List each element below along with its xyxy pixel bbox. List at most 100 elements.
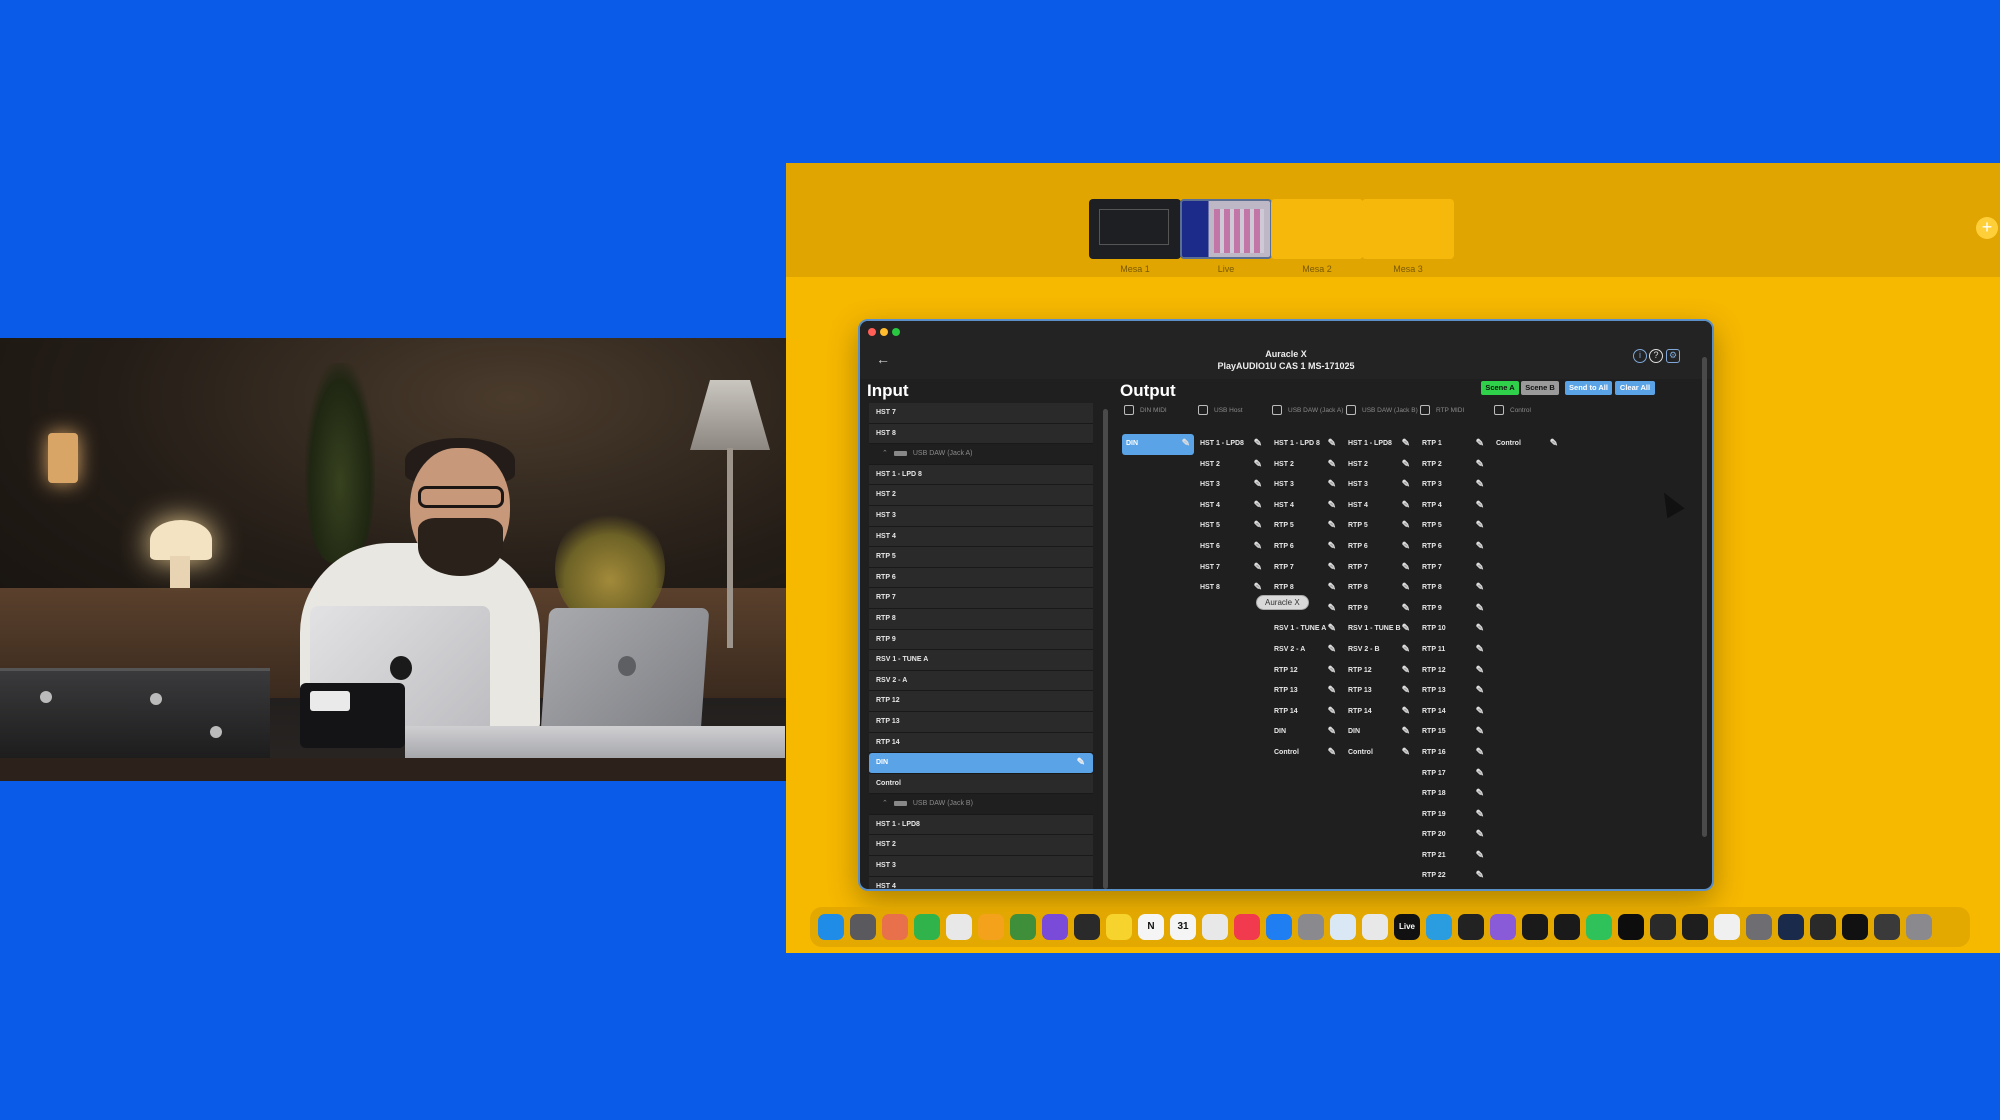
screenshot-icon[interactable]	[1682, 914, 1708, 940]
chevron-up-icon[interactable]: ⌃	[882, 450, 888, 457]
output-row[interactable]: DIN ✎	[1122, 434, 1194, 455]
input-row[interactable]: RTP 6	[869, 567, 1093, 589]
edit-pencil-icon[interactable]: ✎	[1476, 578, 1484, 598]
output-row[interactable]: HST 1 - LPD8 ✎	[1344, 434, 1414, 455]
input-row[interactable]: RSV 2 - A	[869, 670, 1093, 692]
input-row[interactable]: HST 1 - LPD 8	[869, 464, 1093, 486]
edit-pencil-icon[interactable]: ✎	[1476, 475, 1484, 495]
output-row[interactable]: HST 3 ✎	[1270, 475, 1340, 496]
output-row[interactable]: Control ✎	[1270, 743, 1340, 764]
edit-pencil-icon[interactable]: ✎	[1402, 516, 1410, 536]
send-to-all-button[interactable]: Send to All	[1565, 381, 1612, 395]
output-row[interactable]: RTP 8 ✎	[1344, 578, 1414, 599]
scene-a-button[interactable]: Scene A	[1481, 381, 1519, 395]
trash-icon[interactable]	[1906, 914, 1932, 940]
chevron-up-icon[interactable]: ⌃	[882, 800, 888, 807]
output-row[interactable]: RTP 15 ✎	[1418, 722, 1488, 743]
edit-pencil-icon[interactable]: ✎	[1402, 599, 1410, 619]
notion-icon[interactable]: N	[1138, 914, 1164, 940]
edit-pencil-icon[interactable]: ✎	[1402, 743, 1410, 763]
edit-pencil-icon[interactable]: ✎	[1254, 455, 1262, 475]
output-row[interactable]: RSV 1 - TUNE A ✎	[1270, 619, 1340, 640]
edit-pencil-icon[interactable]: ✎	[1328, 661, 1336, 681]
settings-icon[interactable]: ⚙	[1666, 349, 1680, 363]
music-icon[interactable]	[1234, 914, 1260, 940]
edit-pencil-icon[interactable]: ✎	[1476, 558, 1484, 578]
output-row[interactable]: RSV 1 - TUNE B ✎	[1344, 619, 1414, 640]
x-app-icon[interactable]	[1618, 914, 1644, 940]
output-row[interactable]: HST 3 ✎	[1344, 475, 1414, 496]
edit-pencil-icon[interactable]: ✎	[1476, 619, 1484, 639]
edit-pencil-icon[interactable]: ✎	[1328, 619, 1336, 639]
headphones-alt-icon[interactable]	[1554, 914, 1580, 940]
facetime-icon[interactable]	[914, 914, 940, 940]
output-row[interactable]: RTP 14 ✎	[1344, 702, 1414, 723]
console-icon[interactable]	[1650, 914, 1676, 940]
input-row[interactable]: RTP 14	[869, 732, 1093, 754]
whatsapp-icon[interactable]	[1586, 914, 1612, 940]
output-row[interactable]: RTP 17 ✎	[1418, 764, 1488, 785]
photos-icon[interactable]	[882, 914, 908, 940]
edit-pencil-icon[interactable]: ✎	[1476, 846, 1484, 866]
edit-pencil-icon[interactable]: ✎	[1328, 455, 1336, 475]
help-icon[interactable]: ?	[1649, 349, 1663, 363]
app-icon[interactable]	[978, 914, 1004, 940]
edit-pencil-icon[interactable]: ✎	[1476, 681, 1484, 701]
edit-pencil-icon[interactable]: ✎	[1402, 496, 1410, 516]
input-row[interactable]: RTP 13	[869, 711, 1093, 733]
edit-pencil-icon[interactable]: ✎	[1328, 496, 1336, 516]
input-row[interactable]: HST 2	[869, 485, 1093, 506]
input-row[interactable]: HST 4	[869, 876, 1093, 889]
output-row[interactable]: RTP 21 ✎	[1418, 846, 1488, 867]
input-row[interactable]: RTP 5	[869, 547, 1093, 568]
input-row[interactable]: HST 1 - LPD8	[869, 814, 1093, 836]
system-settings-icon[interactable]	[1298, 914, 1324, 940]
output-row[interactable]: RTP 9 ✎	[1418, 599, 1488, 620]
output-row[interactable]: RTP 13 ✎	[1270, 681, 1340, 702]
output-row[interactable]: RTP 13 ✎	[1344, 681, 1414, 702]
edit-pencil-icon[interactable]: ✎	[1476, 516, 1484, 536]
output-row[interactable]: HST 7 ✎	[1196, 558, 1266, 579]
edit-pencil-icon[interactable]: ✎	[1402, 475, 1410, 495]
window-thumb-3-icon[interactable]	[1874, 914, 1900, 940]
space-thumbnail[interactable]	[1089, 199, 1181, 259]
edit-pencil-icon[interactable]: ✎	[1254, 496, 1262, 516]
output-row[interactable]: HST 8 ✎	[1196, 578, 1266, 599]
edit-pencil-icon[interactable]: ✎	[1402, 537, 1410, 557]
output-row[interactable]: HST 4 ✎	[1196, 496, 1266, 517]
edit-pencil-icon[interactable]: ✎	[1077, 753, 1085, 773]
chrome-icon[interactable]	[946, 914, 972, 940]
output-row[interactable]: RTP 20 ✎	[1418, 825, 1488, 846]
edit-pencil-icon[interactable]: ✎	[1182, 434, 1190, 454]
edit-pencil-icon[interactable]: ✎	[1254, 537, 1262, 557]
output-row[interactable]: RTP 7 ✎	[1270, 558, 1340, 579]
edit-pencil-icon[interactable]: ✎	[1550, 434, 1558, 454]
output-row[interactable]: Control ✎	[1492, 434, 1562, 455]
headphones-icon[interactable]	[1522, 914, 1548, 940]
edit-pencil-icon[interactable]: ✎	[1476, 537, 1484, 557]
edit-pencil-icon[interactable]: ✎	[1328, 681, 1336, 701]
output-row[interactable]: HST 3 ✎	[1196, 475, 1266, 496]
edit-pencil-icon[interactable]: ✎	[1328, 475, 1336, 495]
input-row[interactable]: HST 3	[869, 856, 1093, 877]
edit-pencil-icon[interactable]: ✎	[1402, 640, 1410, 660]
input-row[interactable]: RTP 7	[869, 588, 1093, 609]
output-row[interactable]: RTP 14 ✎	[1270, 702, 1340, 723]
output-row[interactable]: HST 4 ✎	[1344, 496, 1414, 517]
input-row[interactable]: RTP 8	[869, 608, 1093, 630]
auracle-icon[interactable]	[1778, 914, 1804, 940]
output-row[interactable]: RTP 9 ✎	[1344, 599, 1414, 620]
output-row[interactable]: RTP 6 ✎	[1270, 537, 1340, 558]
output-row[interactable]: HST 4 ✎	[1270, 496, 1340, 517]
output-scrollbar[interactable]	[1702, 357, 1707, 837]
arc-icon[interactable]	[1042, 914, 1068, 940]
edit-pencil-icon[interactable]: ✎	[1402, 578, 1410, 598]
add-space-button[interactable]: +	[1976, 217, 1998, 239]
output-row[interactable]: RTP 6 ✎	[1418, 537, 1488, 558]
edit-pencil-icon[interactable]: ✎	[1476, 722, 1484, 742]
edit-pencil-icon[interactable]: ✎	[1328, 640, 1336, 660]
edit-pencil-icon[interactable]: ✎	[1328, 722, 1336, 742]
output-row[interactable]: HST 2 ✎	[1344, 455, 1414, 476]
clear-all-button[interactable]: Clear All	[1615, 381, 1655, 395]
output-row[interactable]: HST 1 - LPD 8 ✎	[1270, 434, 1340, 455]
